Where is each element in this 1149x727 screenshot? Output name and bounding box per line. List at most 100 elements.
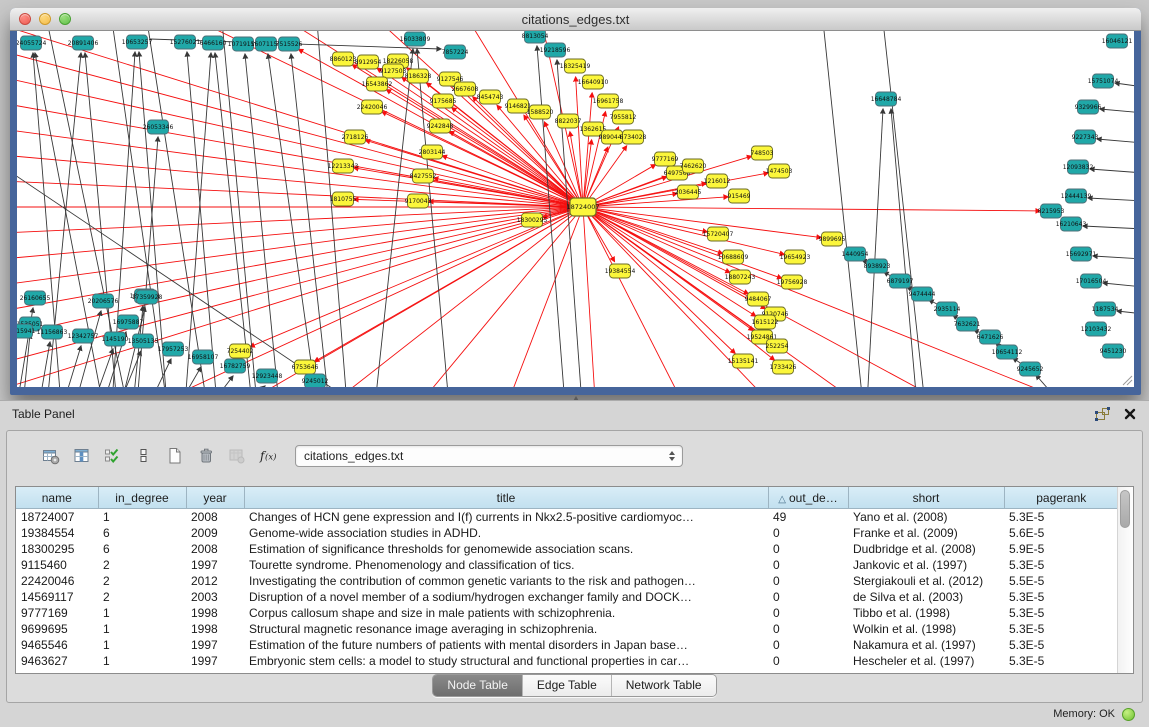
table-cell[interactable]: 0 — [768, 621, 848, 637]
network-node[interactable]: 17957253 — [158, 342, 189, 356]
network-node[interactable]: 7632621 — [954, 317, 981, 331]
network-node[interactable]: 26053346 — [143, 120, 174, 134]
close-window-button[interactable] — [19, 13, 31, 25]
table-row[interactable]: 1872400712008Changes of HCN gene express… — [16, 509, 1118, 526]
table-cell[interactable]: 0 — [768, 589, 848, 605]
network-node[interactable]: 16782759 — [220, 359, 251, 373]
network-node[interactable]: 1440954 — [842, 247, 869, 261]
network-node[interactable]: 24055724 — [17, 36, 46, 50]
network-node[interactable]: 2718126 — [342, 130, 369, 144]
network-node[interactable]: 13505135 — [128, 334, 159, 348]
network-node[interactable]: 9127503 — [380, 64, 407, 78]
network-node[interactable]: 16975887 — [113, 315, 144, 329]
table-selector-dropdown[interactable]: citations_edges.txt — [295, 445, 683, 467]
column-visibility-button[interactable] — [68, 443, 95, 469]
scrollbar-thumb[interactable] — [1120, 490, 1130, 528]
network-node[interactable]: 18807243 — [725, 270, 756, 284]
table-cell[interactable]: Wolkin et al. (1998) — [848, 621, 1004, 637]
network-node[interactable]: 9329966 — [1075, 100, 1102, 114]
table-cell[interactable]: 0 — [768, 541, 848, 557]
table-scrollbar[interactable] — [1117, 487, 1133, 673]
network-node[interactable]: 9451230 — [1100, 344, 1127, 358]
network-node[interactable]: 20206576 — [88, 294, 119, 308]
table-cell[interactable]: 1997 — [186, 557, 244, 573]
network-node[interactable]: 16033809 — [400, 32, 431, 46]
column-header-short[interactable]: short — [848, 487, 1004, 509]
table-row[interactable]: 1938455462009Genome-wide association stu… — [16, 525, 1118, 541]
network-node[interactable]: 1810755 — [330, 192, 357, 206]
table-cell[interactable]: 5.3E-5 — [1004, 509, 1118, 526]
table-cell[interactable]: 1 — [98, 605, 186, 621]
table-cell[interactable]: Stergiakouli et al. (2012) — [848, 573, 1004, 589]
resize-grip-icon[interactable] — [1119, 372, 1133, 386]
table-cell[interactable]: 9115460 — [16, 557, 98, 573]
network-node[interactable]: 7254402 — [227, 344, 254, 358]
network-node[interactable]: 1588520 — [527, 105, 554, 119]
network-node[interactable]: 6466160 — [200, 36, 227, 50]
table-cell[interactable]: 49 — [768, 509, 848, 526]
network-node[interactable]: 8427552 — [410, 169, 437, 183]
network-node[interactable]: 9170043 — [405, 194, 432, 208]
table-cell[interactable]: 1 — [98, 509, 186, 526]
network-canvas[interactable]: 8860123891295418226058912750316543862818… — [17, 31, 1134, 387]
table-row[interactable]: 946554611997Estimation of the future num… — [16, 637, 1118, 653]
table-cell[interactable]: Tibbo et al. (1998) — [848, 605, 1004, 621]
network-node[interactable]: 15751074 — [1088, 74, 1119, 88]
table-row[interactable]: 969969511998Structural magnetic resonanc… — [16, 621, 1118, 637]
table-cell[interactable]: 5.3E-5 — [1004, 653, 1118, 669]
network-node[interactable]: 12213343 — [328, 159, 359, 173]
table-cell[interactable]: 18300295 — [16, 541, 98, 557]
table-cell[interactable]: Estimation of significance thresholds fo… — [244, 541, 768, 557]
network-node[interactable]: 15276021 — [170, 35, 201, 49]
table-cell[interactable]: 14569117 — [16, 589, 98, 605]
network-node[interactable]: 7462620 — [680, 159, 707, 173]
table-mode-button[interactable] — [37, 443, 64, 469]
table-cell[interactable]: 1998 — [186, 605, 244, 621]
new-column-button[interactable] — [161, 443, 188, 469]
table-cell[interactable]: 1997 — [186, 637, 244, 653]
network-node[interactable]: 9484067 — [745, 292, 772, 306]
table-cell[interactable]: Investigating the contribution of common… — [244, 573, 768, 589]
table-cell[interactable]: 2009 — [186, 525, 244, 541]
network-node[interactable]: 12103432 — [1081, 322, 1112, 336]
network-node[interactable]: 8215953 — [1038, 204, 1065, 218]
table-cell[interactable]: 6 — [98, 525, 186, 541]
network-node[interactable]: 10688609 — [718, 250, 749, 264]
table-cell[interactable]: 0 — [768, 653, 848, 669]
table-cell[interactable]: 9465546 — [16, 637, 98, 653]
table-cell[interactable]: 2003 — [186, 589, 244, 605]
table-cell[interactable]: 1997 — [186, 653, 244, 669]
table-cell[interactable]: Structural magnetic resonance image aver… — [244, 621, 768, 637]
table-cell[interactable]: 0 — [768, 557, 848, 573]
table-cell[interactable]: 1998 — [186, 621, 244, 637]
table-cell[interactable]: 0 — [768, 637, 848, 653]
network-node[interactable]: 2803144 — [419, 145, 446, 159]
tab-network-table[interactable]: Network Table — [612, 675, 716, 696]
network-node[interactable]: 7955812 — [610, 110, 637, 124]
network-node[interactable]: 3915941 — [17, 324, 36, 338]
table-cell[interactable]: Yano et al. (2008) — [848, 509, 1004, 526]
table-cell[interactable]: 5.3E-5 — [1004, 589, 1118, 605]
network-node[interactable]: 19654923 — [780, 250, 811, 264]
network-node[interactable]: 9777169 — [652, 152, 679, 166]
column-header-in_degree[interactable]: in_degree — [98, 487, 186, 509]
network-node[interactable]: 9175685 — [430, 94, 457, 108]
table-cell[interactable]: 1 — [98, 653, 186, 669]
network-node[interactable]: 16046121 — [1102, 34, 1133, 48]
table-cell[interactable]: 0 — [768, 525, 848, 541]
table-cell[interactable]: Changes of HCN gene expression and I(f) … — [244, 509, 768, 526]
network-node[interactable]: 1187534 — [1092, 302, 1119, 316]
network-node[interactable]: 15135141 — [728, 354, 759, 368]
table-cell[interactable]: 9777169 — [16, 605, 98, 621]
network-node[interactable]: 18325419 — [560, 59, 591, 73]
table-cell[interactable]: 1 — [98, 621, 186, 637]
table-cell[interactable]: 2008 — [186, 541, 244, 557]
table-cell[interactable]: 1 — [98, 637, 186, 653]
network-node[interactable]: 9899695 — [819, 232, 846, 246]
table-cell[interactable]: Genome-wide association studies in ADHD. — [244, 525, 768, 541]
network-node[interactable]: 9227343 — [1072, 130, 1099, 144]
network-node[interactable]: 20891406 — [68, 36, 99, 50]
network-node[interactable]: 19756928 — [777, 275, 808, 289]
table-cell[interactable]: Estimation of the future numbers of pati… — [244, 637, 768, 653]
network-node[interactable]: 915469 — [728, 189, 751, 203]
